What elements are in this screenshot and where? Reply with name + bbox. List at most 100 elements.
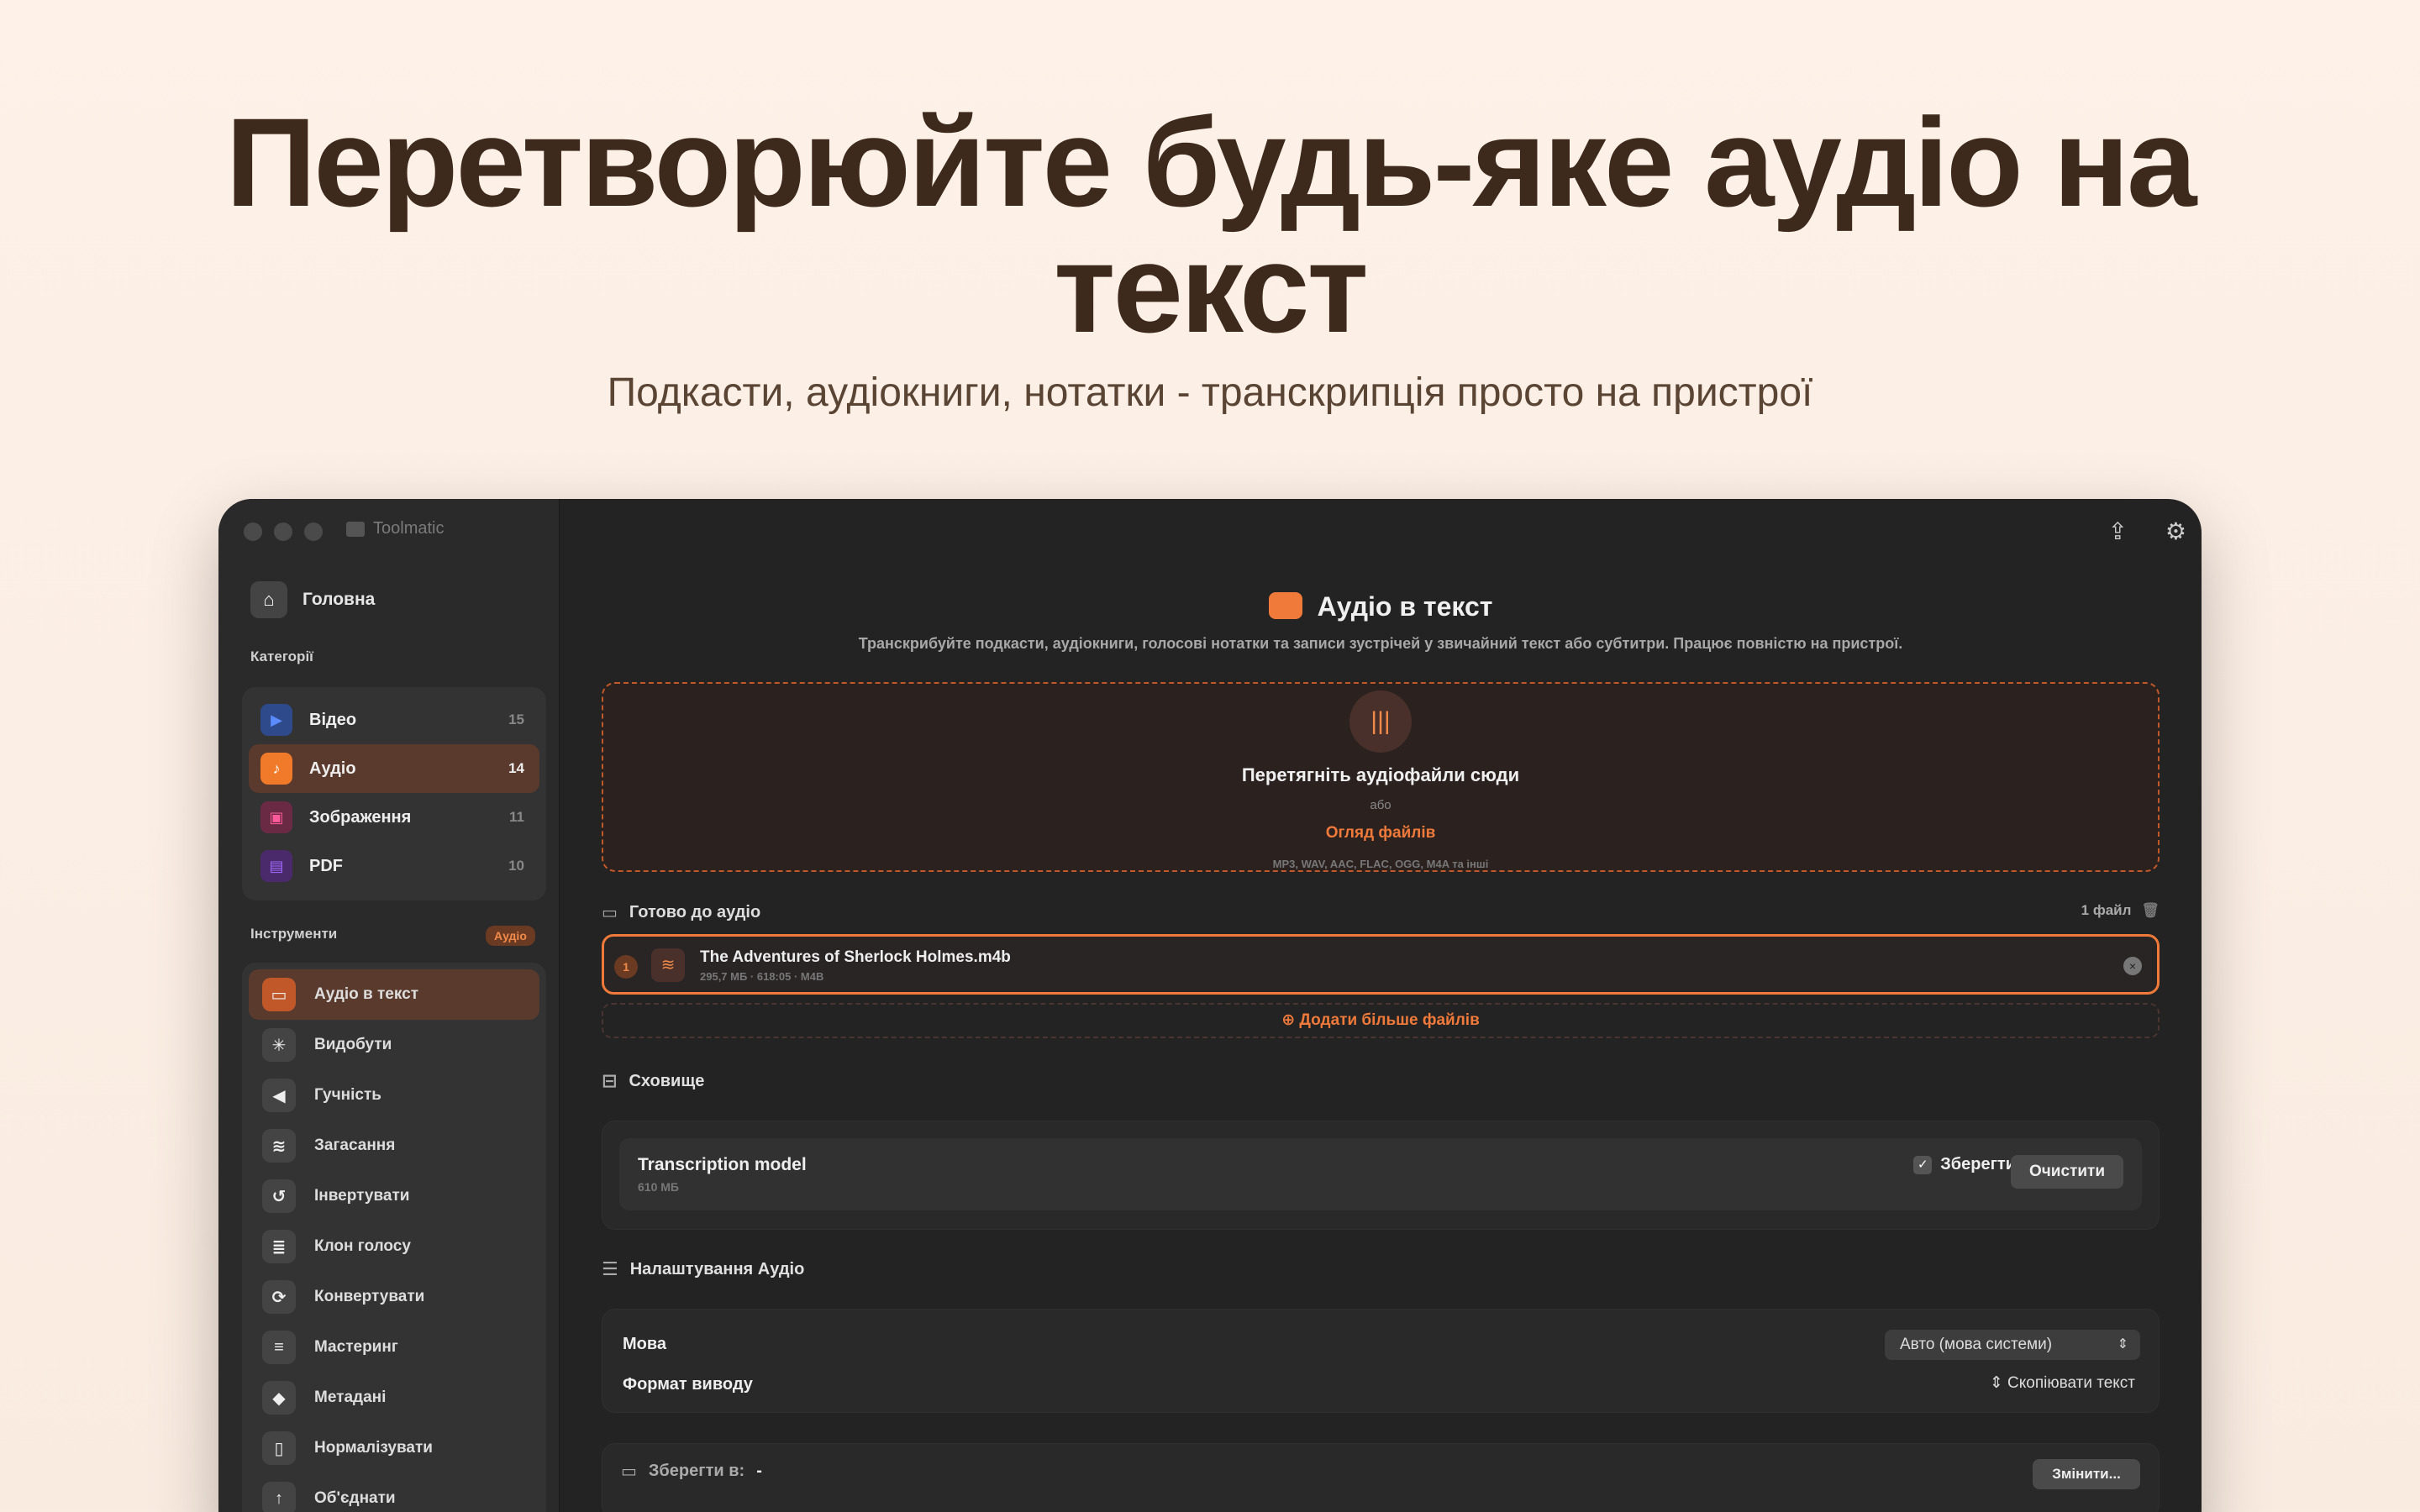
tool-convert[interactable]: ⟳ Конвертувати (249, 1272, 539, 1322)
chat-icon: ▭ (262, 978, 296, 1011)
document-icon: ▤ (260, 850, 292, 882)
file-item[interactable]: 1 ≋ The Adventures of Sherlock Holmes.m4… (602, 934, 2160, 995)
app-title: Toolmatic (346, 519, 444, 538)
tools-category-badge: Аудіо (486, 926, 535, 946)
tool-audio-to-text[interactable]: ▭ Аудіо в текст (249, 969, 539, 1020)
category-label: Зображення (309, 807, 412, 827)
save-location-row: ▭ Зберегти в: - (621, 1461, 762, 1482)
sidebar-item-pdf[interactable]: ▤ PDF 10 (249, 842, 539, 890)
tools-list: ▭ Аудіо в текст ✳ Видобути ◀ Гучність ≋ … (242, 963, 546, 1512)
tool-merge[interactable]: ↑ Об'єднати (249, 1473, 539, 1512)
keep-label: Зберегти (1940, 1155, 2016, 1173)
tool-normalize[interactable]: ▯ Нормалізувати (249, 1423, 539, 1473)
settings-label: Налаштування Аудіо (629, 1259, 805, 1278)
settings-section-header: ☰ Налаштування Аудіо (602, 1258, 804, 1280)
drive-icon: ⊟ (602, 1070, 618, 1091)
storage-label: Сховище (629, 1071, 705, 1090)
tool-label: Загасання (314, 1137, 396, 1154)
tool-label: Об'єднати (314, 1489, 396, 1507)
page-title-text: Аудіо в текст (1317, 591, 1493, 622)
app-window: Toolmatic ⌂ Головна Категорії ▶ Відео 15… (218, 499, 2202, 1512)
tool-label: Клон голосу (314, 1237, 411, 1255)
remove-file-icon[interactable]: × (2123, 957, 2142, 975)
category-label: PDF (309, 856, 343, 875)
archive-icon: ▭ (602, 904, 618, 922)
drop-zone[interactable]: ||| Перетягніть аудіофайли сюди або Огля… (602, 682, 2160, 872)
home-icon: ⌂ (250, 581, 287, 618)
storage-section-header: ⊟ Сховище (602, 1070, 704, 1092)
tool-metadata[interactable]: ◆ Метадані (249, 1373, 539, 1423)
model-row: Transcription model 610 МБ ✓ Зберегти Оч… (619, 1138, 2142, 1210)
tool-volume[interactable]: ◀ Гучність (249, 1070, 539, 1121)
tool-invert[interactable]: ↺ Інвертувати (249, 1171, 539, 1221)
sidebar-item-images[interactable]: ▣ Зображення 11 (249, 793, 539, 842)
model-size: 610 МБ (638, 1180, 679, 1194)
gear-icon[interactable]: ⚙ (2165, 517, 2186, 545)
undo-icon: ↺ (262, 1179, 296, 1213)
file-index: 1 (614, 955, 638, 979)
file-meta: 295,7 МБ · 618:05 · M4B (700, 970, 824, 983)
language-label: Мова (623, 1335, 667, 1353)
sidebar-item-audio[interactable]: ♪ Аудіо 14 (249, 744, 539, 793)
tool-label: Метадані (314, 1389, 387, 1406)
share-icon[interactable]: ⇪ (2108, 517, 2128, 545)
drop-title: Перетягніть аудіофайли сюди (1241, 764, 1520, 785)
category-count: 11 (509, 809, 524, 825)
add-more-label: Додати більше файлів (1299, 1011, 1480, 1029)
tool-label: Гучність (314, 1086, 381, 1104)
ready-count: 1 файл (2081, 902, 2132, 918)
language-value: Авто (мова системи) (1900, 1336, 2053, 1353)
sidebar: Toolmatic ⌂ Головна Категорії ▶ Відео 15… (218, 499, 560, 1512)
waveform-icon: ≋ (651, 948, 685, 982)
app-name: Toolmatic (373, 519, 445, 538)
sidebar-item-home[interactable]: ⌂ Головна (250, 581, 375, 618)
close-window-button[interactable] (244, 522, 262, 541)
tool-label: Інвертувати (314, 1187, 410, 1205)
format-value: Скопіювати текст (2007, 1374, 2135, 1392)
tool-label: Аудіо в текст (314, 985, 419, 1003)
categories-label: Категорії (250, 648, 313, 664)
keep-checkbox[interactable]: ✓ Зберегти (1913, 1155, 2016, 1174)
chevron-updown-icon: ⇕ (2117, 1337, 2128, 1352)
tool-voice-clone[interactable]: ≣ Клон голосу (249, 1221, 539, 1272)
checkmark-icon: ✓ (1913, 1155, 1933, 1174)
settings-panel: Мова Авто (мова системи) ⇕ Формат виводу… (602, 1309, 2160, 1413)
tools-label: Інструменти (250, 926, 338, 942)
ready-label: Готово до аудіо (629, 903, 761, 921)
hero-title: Перетворюйте будь-яке аудіо на текст (225, 92, 2197, 359)
ready-section-header: ▭ Готово до аудіо (602, 902, 760, 923)
tool-label: Нормалізувати (314, 1439, 433, 1457)
save-location-panel: ▭ Зберегти в: - Змінити... (602, 1443, 2160, 1512)
sidebar-item-video[interactable]: ▶ Відео 15 (249, 696, 539, 744)
page-description: Транскрибуйте подкасти, аудіокниги, голо… (858, 635, 1903, 652)
home-label: Головна (302, 590, 376, 609)
clapper-icon (346, 521, 365, 537)
tool-extract[interactable]: ✳ Видобути (249, 1020, 539, 1070)
format-select[interactable]: ⇕ Скопіювати текст (1990, 1373, 2135, 1393)
hero-subtitle: Подкасти, аудіокниги, нотатки - транскри… (607, 370, 1813, 415)
folder-icon: ▭ (621, 1462, 637, 1481)
refresh-icon: ⟳ (262, 1280, 296, 1314)
clear-button[interactable]: Очистити (2011, 1155, 2123, 1189)
change-location-button[interactable]: Змінити... (2033, 1459, 2140, 1489)
category-count: 10 (508, 858, 524, 874)
category-label: Відео (309, 710, 357, 729)
tool-mastering[interactable]: ≡ Мастеринг (249, 1322, 539, 1373)
language-select[interactable]: Авто (мова системи) ⇕ (1885, 1330, 2140, 1360)
add-more-files-button[interactable]: ⊕ Додати більше файлів (602, 1003, 2160, 1038)
zoom-window-button[interactable] (304, 522, 323, 541)
browse-files-link[interactable]: Огляд файлів (603, 824, 2158, 843)
tool-fade[interactable]: ≋ Загасання (249, 1121, 539, 1171)
tool-label: Конвертувати (314, 1288, 425, 1305)
voice-icon: ≣ (262, 1230, 296, 1263)
tag-icon: ◆ (262, 1381, 296, 1415)
minimize-window-button[interactable] (274, 522, 292, 541)
merge-icon: ↑ (262, 1482, 296, 1512)
category-label: Аудіо (309, 759, 356, 778)
trash-icon[interactable]: 🗑 (2141, 902, 2160, 919)
main-content: ⇪ ⚙ Аудіо в текст Транскрибуйте подкасти… (560, 499, 2202, 1512)
supported-formats: MP3, WAV, AAC, FLAC, OGG, M4A та інші (1272, 858, 1489, 870)
plus-circle-icon: ⊕ (1281, 1011, 1296, 1029)
waveform-icon: ||| (1349, 690, 1412, 753)
image-icon: ▣ (260, 801, 292, 833)
